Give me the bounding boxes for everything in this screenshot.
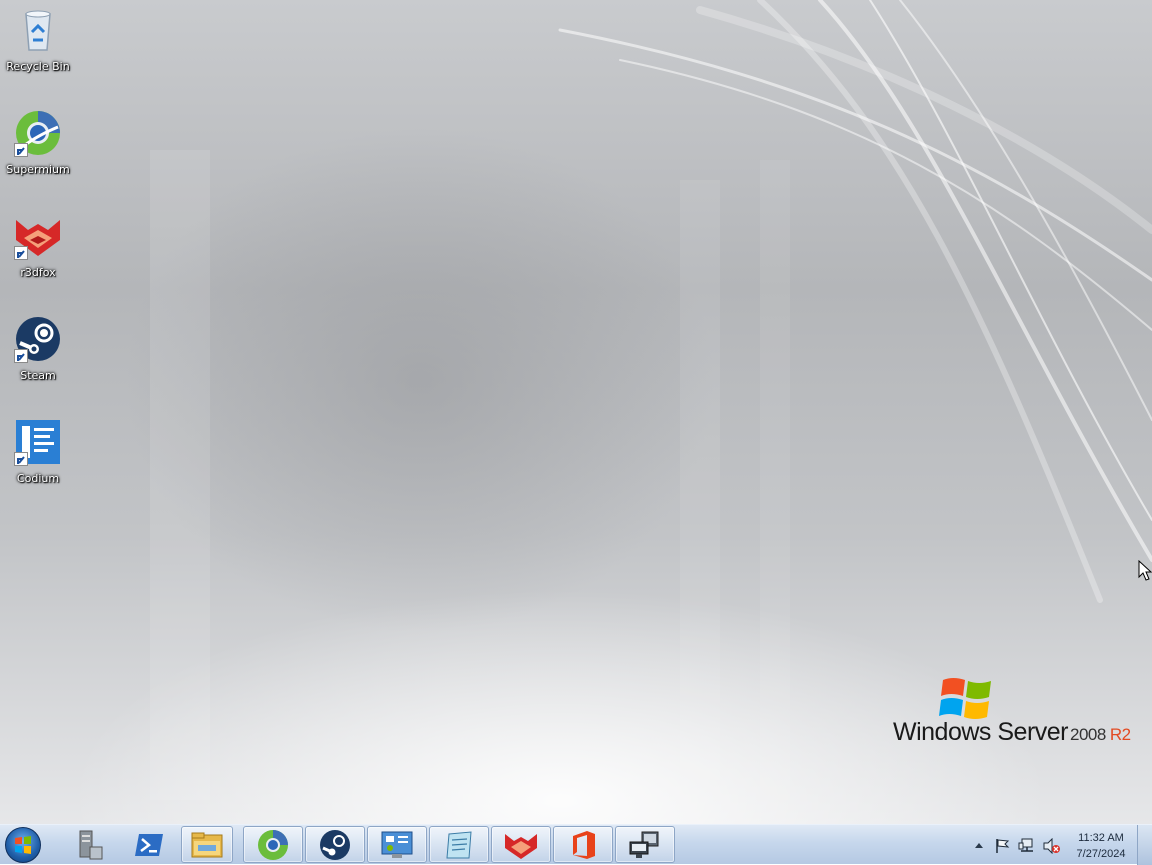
desktop-icon-steam[interactable]: Steam: [2, 315, 74, 399]
volume-muted-icon[interactable]: [1042, 838, 1060, 854]
taskbar-file-explorer[interactable]: [181, 826, 233, 863]
branding-text: Windows Server 2008 R2: [893, 718, 1131, 747]
remote-desktop-icon: [629, 831, 659, 858]
powershell-icon: [135, 833, 163, 856]
clock-time: 11:32 AM: [1078, 832, 1124, 844]
action-center-flag-icon[interactable]: [994, 838, 1010, 854]
desktop-icon-r3dfox[interactable]: r3dfox: [2, 212, 74, 296]
branding-version: 2008: [1070, 725, 1106, 744]
windows-logo-icon: [939, 678, 991, 719]
desktop-icon-supermium[interactable]: Supermium: [2, 109, 74, 193]
clock-date: 7/27/2024: [1076, 848, 1126, 860]
taskbar-r3dfox[interactable]: [491, 826, 551, 863]
taskbar-supermium[interactable]: [243, 826, 303, 863]
branding-product: Windows Server: [893, 718, 1069, 746]
windows-server-branding: Windows Server 2008 R2: [893, 674, 1133, 754]
desktop[interactable]: Recycle Bin Supermium r3dfox Steam Codiu…: [0, 0, 1152, 824]
desktop-icon-label: Recycle Bin: [6, 60, 70, 73]
desktop-icon-label: Codium: [16, 472, 60, 485]
steam-icon: [320, 829, 350, 860]
desktop-icon-label: r3dfox: [20, 266, 56, 279]
show-desktop-button[interactable]: [1137, 825, 1152, 865]
taskbar-remote-desktop[interactable]: [615, 826, 675, 863]
taskbar-powershell[interactable]: [122, 826, 176, 863]
show-hidden-icons-icon[interactable]: [974, 841, 984, 849]
desktop-icon-codium[interactable]: Codium: [2, 418, 74, 502]
start-button[interactable]: [5, 827, 41, 863]
server-manager-icon: [79, 830, 103, 859]
shortcut-arrow-icon: [14, 349, 28, 363]
file-explorer-icon: [191, 832, 223, 857]
network-icon[interactable]: [1018, 838, 1036, 854]
branding-edition: R2: [1109, 725, 1131, 744]
mouse-cursor-icon: [1138, 560, 1152, 581]
supermium-icon: [258, 829, 288, 860]
shortcut-arrow-icon: [14, 246, 28, 260]
taskbar-server-manager[interactable]: [62, 826, 114, 863]
taskbar: 11:32 AM 7/27/2024: [0, 824, 1152, 865]
recycle-bin-icon: [25, 10, 51, 51]
taskbar-office[interactable]: [553, 826, 613, 863]
desktop-icon-label: Supermium: [6, 163, 70, 176]
r3dfox-icon: [505, 833, 537, 859]
desktop-icon-recycle-bin[interactable]: Recycle Bin: [2, 6, 74, 90]
taskbar-control-panel[interactable]: [367, 826, 427, 863]
shortcut-arrow-icon: [14, 452, 28, 466]
shortcut-arrow-icon: [14, 143, 28, 157]
office-icon: [573, 830, 595, 859]
windows-start-icon: [15, 836, 31, 854]
taskbar-steam[interactable]: [305, 826, 365, 863]
notepad-icon: [446, 830, 472, 858]
desktop-icon-label: Steam: [20, 369, 56, 382]
control-panel-icon: [381, 831, 413, 858]
taskbar-clock[interactable]: 11:32 AM 7/27/2024: [1066, 830, 1136, 862]
taskbar-notepad[interactable]: [429, 826, 489, 863]
